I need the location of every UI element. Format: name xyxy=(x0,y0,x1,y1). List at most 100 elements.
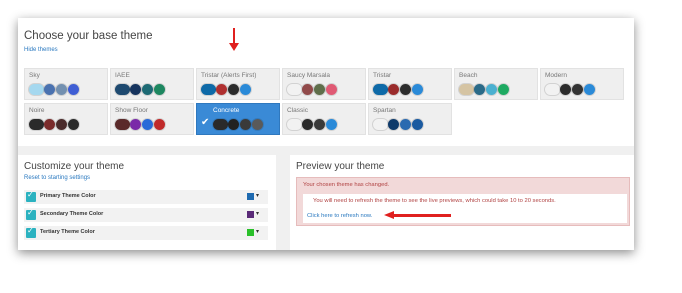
primary-color-checkbox[interactable]: ✓ xyxy=(26,190,36,202)
theme-name: Modern xyxy=(545,72,568,79)
color-swatch xyxy=(572,84,583,95)
annotation-arrow-left xyxy=(393,214,451,217)
check-icon: ✓ xyxy=(27,208,34,217)
section-divider xyxy=(18,146,634,155)
color-swatch xyxy=(400,119,411,130)
theme-tile[interactable]: Show Floor xyxy=(110,103,194,135)
secondary-color-label: Secondary Theme Color xyxy=(40,211,104,217)
color-swatch xyxy=(388,119,399,130)
page-title: Choose your base theme xyxy=(24,30,153,42)
color-swatch xyxy=(584,84,595,95)
theme-name: Show Floor xyxy=(115,107,148,114)
color-swatch xyxy=(287,84,302,95)
color-swatch xyxy=(373,84,388,95)
theme-tile[interactable]: Noire xyxy=(24,103,108,135)
color-swatch xyxy=(29,119,44,130)
secondary-color-swatch[interactable] xyxy=(247,211,254,218)
tertiary-color-checkbox[interactable]: ✓ xyxy=(26,226,36,238)
annotation-arrow-down-head xyxy=(229,43,239,51)
check-icon: ✓ xyxy=(27,190,34,199)
color-swatch xyxy=(44,119,55,130)
theme-name: Concrete xyxy=(213,107,240,114)
color-swatch xyxy=(240,119,251,130)
theme-name: Sky xyxy=(29,72,40,79)
check-icon: ✔ xyxy=(201,117,210,128)
color-swatch xyxy=(228,119,239,130)
color-swatch xyxy=(400,84,411,95)
tertiary-color-row: ✓ Tertiary Theme Color ▾ xyxy=(24,226,268,240)
theme-name: Saucy Marsala xyxy=(287,72,330,79)
hide-themes-link[interactable]: Hide themes xyxy=(24,47,58,53)
color-swatch xyxy=(412,84,423,95)
color-swatch xyxy=(213,119,228,130)
theme-settings-panel: Choose your base theme Hide themes Sky IA… xyxy=(18,18,634,250)
color-swatch xyxy=(314,84,325,95)
color-swatch xyxy=(115,84,130,95)
primary-color-row: ✓ Primary Theme Color ▾ xyxy=(24,190,268,204)
theme-tile[interactable]: Beach xyxy=(454,68,538,100)
theme-tile[interactable]: Classic xyxy=(282,103,366,135)
color-swatch xyxy=(201,84,216,95)
secondary-color-checkbox[interactable]: ✓ xyxy=(26,208,36,220)
color-swatch xyxy=(287,119,302,130)
chevron-down-icon[interactable]: ▾ xyxy=(256,192,259,199)
customize-panel: Customize your theme Reset to starting s… xyxy=(18,155,276,250)
color-swatch xyxy=(302,84,313,95)
alert-message: Your chosen theme has changed. xyxy=(303,182,390,188)
color-swatch xyxy=(154,84,165,95)
color-swatch xyxy=(474,84,485,95)
color-swatch xyxy=(56,119,67,130)
color-swatch xyxy=(142,84,153,95)
preview-panel: Preview your theme Your chosen theme has… xyxy=(290,155,634,250)
chevron-down-icon[interactable]: ▾ xyxy=(256,228,259,235)
color-swatch xyxy=(56,84,67,95)
theme-tile[interactable]: Concrete ✔ xyxy=(196,103,280,135)
color-swatch xyxy=(68,84,79,95)
theme-name: Classic xyxy=(287,107,308,114)
color-swatch xyxy=(486,84,497,95)
color-swatch xyxy=(326,119,337,130)
color-swatch xyxy=(240,84,251,95)
color-swatch xyxy=(216,84,227,95)
color-swatch xyxy=(130,84,141,95)
theme-tile[interactable]: Sky xyxy=(24,68,108,100)
theme-tile[interactable]: Spartan xyxy=(368,103,452,135)
theme-name: Beach xyxy=(459,72,478,79)
color-swatch xyxy=(498,84,509,95)
color-swatch xyxy=(459,84,474,95)
color-swatch xyxy=(326,84,337,95)
alert-body: You will need to refresh the theme to se… xyxy=(303,194,627,223)
primary-color-swatch[interactable] xyxy=(247,193,254,200)
chevron-down-icon[interactable]: ▾ xyxy=(256,210,259,217)
primary-color-label: Primary Theme Color xyxy=(40,193,96,199)
check-icon: ✓ xyxy=(27,226,34,235)
color-swatch xyxy=(29,84,44,95)
theme-name: IAEE xyxy=(115,72,130,79)
color-swatch xyxy=(412,119,423,130)
color-swatch xyxy=(388,84,399,95)
theme-name: Tristar (Alerts First) xyxy=(201,72,257,79)
refresh-note: You will need to refresh the theme to se… xyxy=(313,198,556,204)
color-swatch xyxy=(68,119,79,130)
theme-name: Tristar xyxy=(373,72,392,79)
color-swatch xyxy=(154,119,165,130)
reset-settings-link[interactable]: Reset to starting settings xyxy=(24,175,90,181)
refresh-now-link[interactable]: Click here to refresh now. xyxy=(307,213,372,219)
theme-tile[interactable]: IAEE xyxy=(110,68,194,100)
color-swatch xyxy=(44,84,55,95)
secondary-color-row: ✓ Secondary Theme Color ▾ xyxy=(24,208,268,222)
theme-tile[interactable]: Modern xyxy=(540,68,624,100)
theme-changed-alert: Your chosen theme has changed. You will … xyxy=(296,177,630,226)
theme-tile[interactable]: Tristar xyxy=(368,68,452,100)
color-swatch xyxy=(373,119,388,130)
customize-title: Customize your theme xyxy=(24,161,125,172)
color-swatch xyxy=(130,119,141,130)
color-swatch xyxy=(302,119,313,130)
theme-name: Spartan xyxy=(373,107,396,114)
color-swatch xyxy=(252,119,263,130)
color-swatch xyxy=(142,119,153,130)
theme-tile[interactable]: Saucy Marsala xyxy=(282,68,366,100)
theme-tile[interactable]: Tristar (Alerts First) xyxy=(196,68,280,100)
color-swatch xyxy=(314,119,325,130)
tertiary-color-swatch[interactable] xyxy=(247,229,254,236)
